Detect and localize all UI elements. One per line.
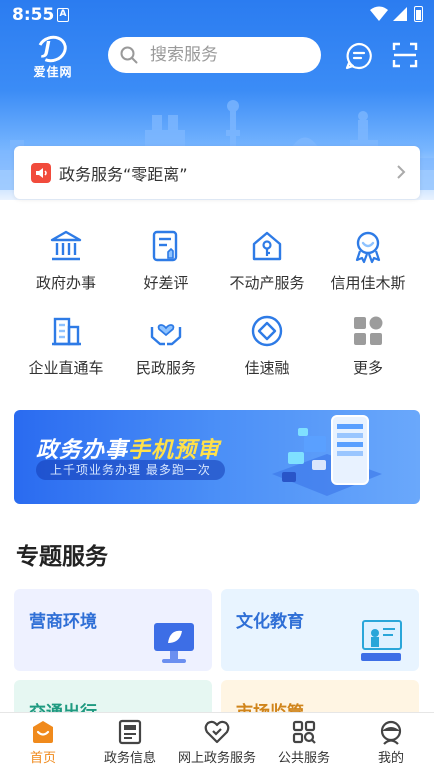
service-jiasurong[interactable]: 佳速融 [217, 313, 317, 393]
grid-search-icon [292, 720, 316, 744]
service-credit-jiamusi[interactable]: 信用佳木斯 [318, 228, 418, 308]
notice-text: 政务服务“零距离” [59, 165, 188, 184]
cellular-signal-icon [393, 7, 407, 21]
nav-label: 网上政务服务 [177, 751, 256, 766]
home-icon [33, 721, 53, 743]
battery-icon [414, 6, 423, 22]
service-label: 信用佳木斯 [330, 274, 406, 292]
service-label: 政府办事 [35, 274, 96, 292]
rating-document-icon [152, 230, 178, 262]
nav-public-services[interactable]: 公共服务 [266, 713, 342, 771]
nav-online-services[interactable]: 网上政务服务 [170, 713, 264, 771]
nav-government-info[interactable]: 政务信息 [88, 713, 172, 771]
notice-card[interactable]: 政务服务“零距离” [14, 146, 420, 199]
credit-badge-icon [355, 231, 381, 264]
topic-culture-education[interactable]: 文化教育 [221, 589, 419, 671]
nav-label: 公共服务 [277, 751, 330, 766]
enterprise-building-icon [52, 317, 81, 346]
heart-check-icon [204, 720, 230, 744]
service-rating[interactable]: 好差评 [116, 228, 216, 308]
service-label: 不动产服务 [229, 274, 305, 292]
bottom-nav: 首页 政务信息 网上政务服务 公共服务 我的 [0, 712, 434, 771]
profile-icon [380, 720, 402, 745]
topic-business-environment[interactable]: 营商环境 [14, 589, 212, 671]
service-label: 企业直通车 [28, 359, 104, 377]
service-label: 民政服务 [135, 359, 196, 377]
service-civil-affairs[interactable]: 民政服务 [116, 313, 216, 393]
notification-a-icon: A [57, 8, 69, 22]
search-bar[interactable] [108, 37, 321, 73]
logo-letter: J [44, 38, 51, 59]
logo-mark-icon [33, 31, 71, 67]
logo-text: 爱佳网 [33, 65, 73, 79]
more-grid-icon [354, 316, 383, 345]
promo-banner[interactable]: 政务办事手机预审 上千项业务办理 最多跑一次 [14, 410, 420, 504]
diamond-circle-icon [251, 315, 283, 347]
nav-profile[interactable]: 我的 [352, 713, 430, 771]
chevron-right-icon [397, 165, 406, 179]
service-real-estate[interactable]: 不动产服务 [217, 228, 317, 308]
banner-subtitle: 上千项业务办理 最多跑一次 [36, 460, 225, 480]
service-label: 好差评 [143, 274, 189, 292]
topic-label: 文化教育 [236, 612, 304, 632]
government-building-icon [50, 230, 82, 261]
topic-label: 营商环境 [29, 612, 97, 632]
nav-home[interactable]: 首页 [4, 713, 82, 771]
service-label: 更多 [352, 359, 383, 377]
service-more[interactable]: 更多 [318, 313, 418, 393]
teacher-board-icon [361, 620, 402, 661]
service-label: 佳速融 [244, 359, 290, 377]
status-bar: 8:55 A [0, 0, 434, 30]
nav-label: 我的 [377, 751, 404, 766]
search-icon [120, 46, 138, 64]
message-icon[interactable] [345, 42, 373, 70]
status-time: 8:55 [12, 5, 55, 25]
service-government-affairs[interactable]: 政府办事 [16, 228, 116, 308]
monitor-leaf-icon [154, 623, 194, 663]
app-logo[interactable]: J 爱佳网 [26, 31, 80, 80]
search-input[interactable] [150, 37, 310, 73]
scan-icon[interactable] [392, 42, 418, 68]
nav-label: 政务信息 [103, 751, 156, 766]
care-hands-icon [150, 324, 182, 346]
phone-illustration [272, 415, 382, 496]
speaker-icon [31, 163, 51, 183]
service-enterprise-express[interactable]: 企业直通车 [16, 313, 116, 393]
wifi-icon [370, 6, 388, 21]
news-icon [118, 719, 142, 745]
nav-label: 首页 [29, 751, 56, 766]
house-key-icon [252, 231, 282, 261]
section-title-topics: 专题服务 [16, 544, 108, 570]
